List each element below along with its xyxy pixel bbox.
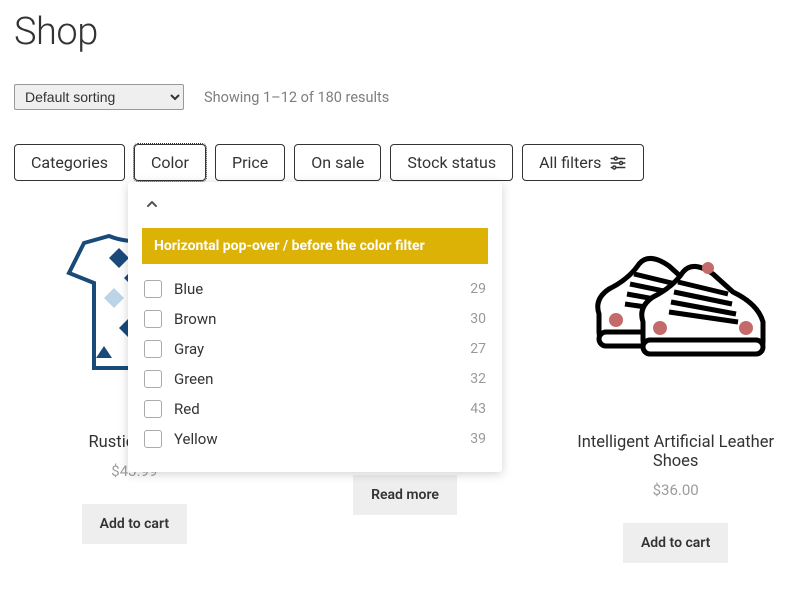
filter-label: Price xyxy=(232,153,268,172)
color-filter-popover: Horizontal pop-over / before the color f… xyxy=(128,182,502,472)
product-card: Intelligent Artificial Leather Shoes $36… xyxy=(555,203,796,563)
shoes-icon xyxy=(576,238,776,368)
filter-label: On sale xyxy=(311,153,364,172)
read-more-button[interactable]: Read more xyxy=(353,475,457,515)
filter-stock[interactable]: Stock status xyxy=(390,144,513,181)
popover-item-yellow[interactable]: Yellow 39 xyxy=(142,424,488,454)
color-count: 32 xyxy=(470,371,486,387)
color-label: Brown xyxy=(174,310,470,328)
checkbox[interactable] xyxy=(144,370,162,388)
color-count: 43 xyxy=(470,401,486,417)
product-price: $36.00 xyxy=(555,481,796,499)
checkbox[interactable] xyxy=(144,400,162,418)
add-to-cart-button[interactable]: Add to cart xyxy=(623,523,728,563)
filter-label: Categories xyxy=(31,153,108,172)
filter-onsale[interactable]: On sale xyxy=(294,144,381,181)
sort-select[interactable]: Default sorting xyxy=(14,84,184,110)
checkbox[interactable] xyxy=(144,430,162,448)
color-label: Yellow xyxy=(174,430,470,448)
checkbox[interactable] xyxy=(144,310,162,328)
page-title: Shop xyxy=(14,10,796,54)
filter-all[interactable]: All filters xyxy=(522,144,644,181)
results-count: Showing 1–12 of 180 results xyxy=(204,89,389,106)
add-to-cart-button[interactable]: Add to cart xyxy=(82,504,187,544)
popover-item-green[interactable]: Green 32 xyxy=(142,364,488,394)
filter-price[interactable]: Price xyxy=(215,144,285,181)
popover-list: Blue 29 Brown 30 Gray 27 Green 32 Red 43… xyxy=(142,274,488,454)
sliders-icon xyxy=(609,154,627,172)
color-label: Blue xyxy=(174,280,470,298)
chevron-up-icon[interactable] xyxy=(144,196,160,212)
filter-color[interactable]: Color xyxy=(134,144,206,181)
filter-buttons: Categories Color Price On sale Stock sta… xyxy=(14,144,796,181)
color-label: Gray xyxy=(174,340,470,358)
color-count: 29 xyxy=(470,281,486,297)
toolbar: Default sorting Showing 1–12 of 180 resu… xyxy=(14,84,796,110)
popover-item-red[interactable]: Red 43 xyxy=(142,394,488,424)
popover-item-gray[interactable]: Gray 27 xyxy=(142,334,488,364)
color-count: 30 xyxy=(470,311,486,327)
color-label: Red xyxy=(174,400,470,418)
filter-label: Color xyxy=(151,153,189,172)
popover-item-brown[interactable]: Brown 30 xyxy=(142,304,488,334)
checkbox[interactable] xyxy=(144,280,162,298)
filter-categories[interactable]: Categories xyxy=(14,144,125,181)
popover-banner: Horizontal pop-over / before the color f… xyxy=(142,228,488,264)
product-name: Intelligent Artificial Leather Shoes xyxy=(555,433,796,471)
color-count: 39 xyxy=(470,431,486,447)
filter-label: Stock status xyxy=(407,153,496,172)
color-count: 27 xyxy=(470,341,486,357)
color-label: Green xyxy=(174,370,470,388)
popover-item-blue[interactable]: Blue 29 xyxy=(142,274,488,304)
filter-label: All filters xyxy=(539,153,601,172)
product-image[interactable] xyxy=(555,203,796,403)
checkbox[interactable] xyxy=(144,340,162,358)
